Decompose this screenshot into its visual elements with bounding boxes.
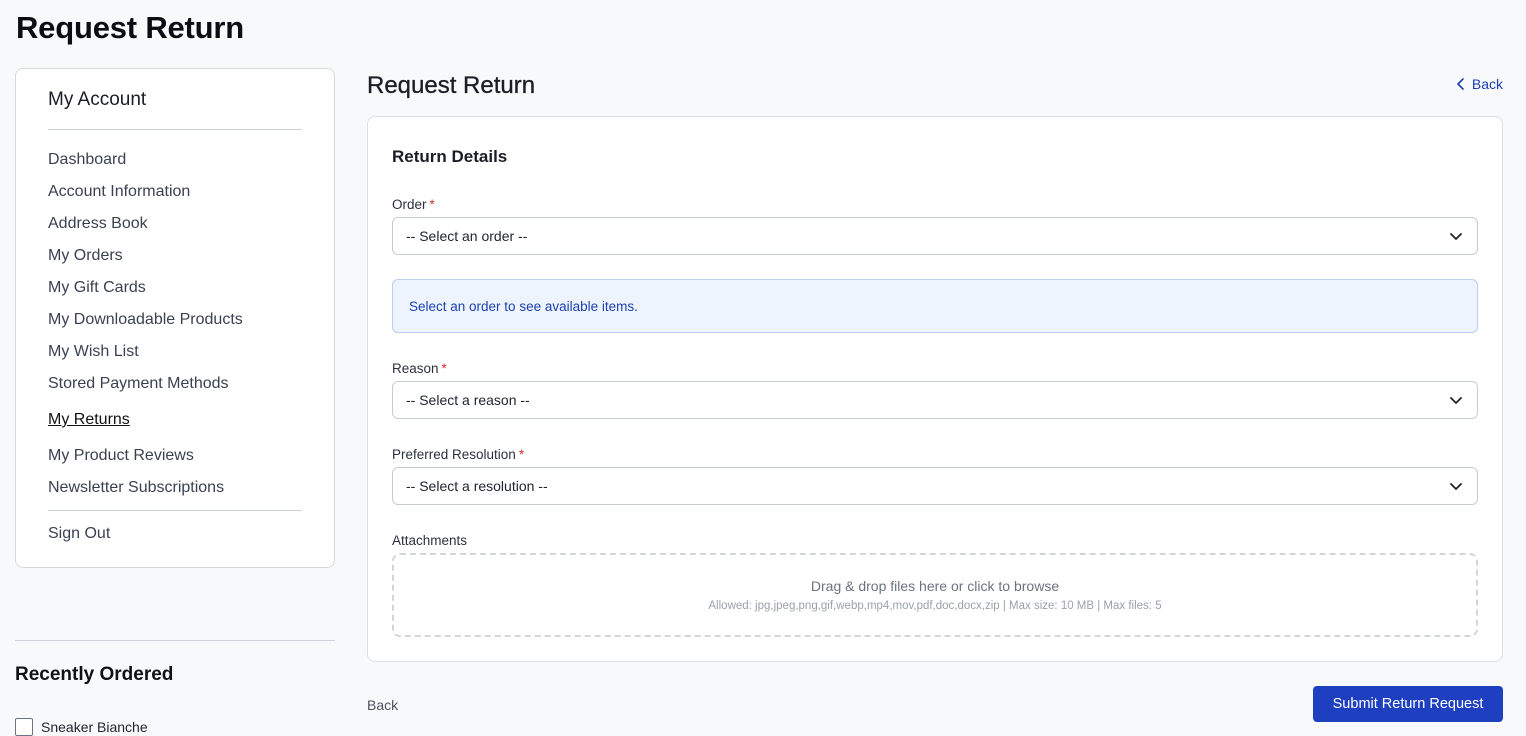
required-mark: * (429, 197, 435, 212)
resolution-select[interactable]: -- Select a resolution -- (392, 467, 1478, 505)
sidebar-divider-bottom (48, 510, 302, 511)
sidebar-item-address-book[interactable]: Address Book (48, 211, 243, 243)
sidebar-item-my-gift-cards[interactable]: My Gift Cards (48, 275, 243, 307)
resolution-label: Preferred Resolution * (392, 447, 524, 462)
sidebar-heading: My Account (48, 89, 147, 110)
recently-ordered-title: Recently Ordered (15, 664, 174, 685)
recently-ordered-checkbox[interactable] (15, 718, 33, 736)
order-select-value: -- Select an order -- (406, 228, 528, 244)
required-mark: * (518, 447, 525, 462)
back-link-top[interactable]: Back (1456, 76, 1503, 92)
reason-select-value: -- Select a reason -- (406, 392, 530, 408)
attachments-label: Attachments (392, 533, 468, 548)
sidebar-item-my-orders[interactable]: My Orders (48, 243, 243, 275)
resolution-select-value: -- Select a resolution -- (406, 478, 548, 494)
back-button-bottom[interactable]: Back (367, 697, 398, 713)
sidebar-item-newsletter-subscriptions[interactable]: Newsletter Subscriptions (48, 475, 243, 507)
sidebar-item-my-wish-list[interactable]: My Wish List (48, 339, 243, 371)
chevron-down-icon (1450, 397, 1462, 404)
sidebar-item-my-returns[interactable]: My Returns (48, 407, 243, 439)
submit-return-request-button[interactable]: Submit Return Request (1313, 686, 1503, 722)
dropzone-text: Drag & drop files here or click to brows… (810, 578, 1060, 594)
return-details-card: Return Details Order * -- Select an order… (367, 116, 1503, 662)
main-title: Request Return (367, 72, 536, 99)
card-title: Return Details (392, 147, 508, 166)
required-mark: * (441, 361, 447, 376)
order-select[interactable]: -- Select an order -- (392, 217, 1478, 255)
sidebar-item-stored-payment-methods[interactable]: Stored Payment Methods (48, 371, 243, 403)
order-label-text: Order (392, 197, 427, 212)
sidebar-item-my-downloadable-products[interactable]: My Downloadable Products (48, 307, 243, 339)
reason-label-text: Reason (392, 361, 439, 376)
recently-ordered-divider (15, 640, 335, 641)
recently-ordered-item-name: Sneaker Bianche (41, 719, 148, 735)
sign-out-link[interactable]: Sign Out (48, 525, 110, 543)
info-message: Select an order to see available items. (392, 279, 1478, 333)
chevron-down-icon (1450, 483, 1462, 490)
chevron-down-icon (1450, 233, 1462, 240)
chevron-left-icon (1457, 78, 1464, 90)
resolution-label-text: Preferred Resolution (392, 447, 516, 462)
dropzone-hint: Allowed: jpg,jpeg,png,gif,webp,mp4,mov,p… (708, 600, 1162, 612)
attachments-dropzone[interactable]: Drag & drop files here or click to brows… (392, 553, 1478, 637)
order-label: Order * (392, 197, 435, 212)
sidebar-divider (48, 129, 302, 130)
reason-label: Reason * (392, 361, 447, 376)
sidebar-item-dashboard[interactable]: Dashboard (48, 147, 243, 179)
recently-ordered-item: Sneaker Bianche (15, 718, 148, 736)
sidebar-nav: Dashboard Account Information Address Bo… (48, 147, 243, 507)
sidebar-item-my-product-reviews[interactable]: My Product Reviews (48, 443, 243, 475)
page-title: Request Return (16, 10, 245, 45)
reason-select[interactable]: -- Select a reason -- (392, 381, 1478, 419)
sidebar-item-account-information[interactable]: Account Information (48, 179, 243, 211)
back-link-label: Back (1471, 76, 1503, 92)
account-sidebar: My Account Dashboard Account Information… (15, 68, 335, 568)
